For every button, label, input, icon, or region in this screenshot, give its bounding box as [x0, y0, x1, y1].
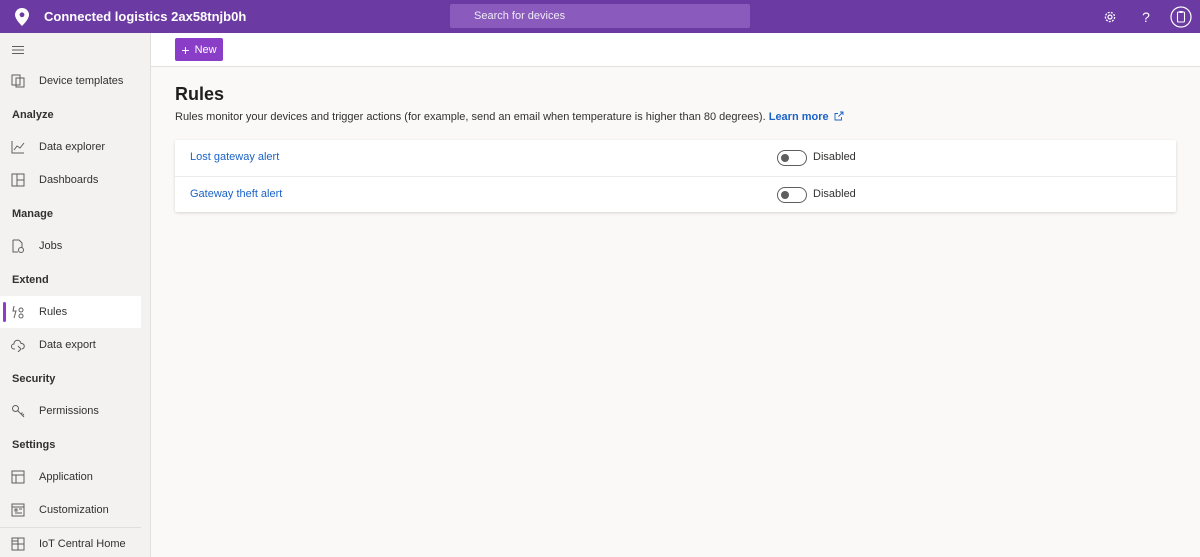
rule-row[interactable]: Gateway theft alert Disabled	[175, 176, 1176, 212]
rule-name-link[interactable]: Gateway theft alert	[190, 188, 282, 200]
page-description-text: Rules monitor your devices and trigger a…	[175, 111, 766, 123]
dashboard-grid-icon	[11, 173, 25, 187]
new-rule-button[interactable]: + New	[175, 38, 223, 61]
app-title: Connected logistics 2ax58tnjb0h	[44, 9, 247, 24]
chart-line-icon	[11, 140, 25, 154]
sidebar-item-rules[interactable]: Rules	[0, 296, 141, 328]
sidebar-item-data-export[interactable]: Data export	[0, 329, 141, 361]
settings-gear-icon[interactable]	[1096, 0, 1124, 33]
top-bar: Connected logistics 2ax58tnjb0h Search f…	[0, 0, 1200, 33]
learn-more-link[interactable]: Learn more	[769, 111, 844, 123]
sidebar-item-label: Jobs	[39, 240, 63, 252]
rule-status-label: Disabled	[813, 188, 856, 200]
sidebar-item-jobs[interactable]: Jobs	[0, 230, 141, 262]
section-extend: Extend	[12, 274, 49, 286]
search-input[interactable]: Search for devices	[450, 4, 750, 28]
rule-status-label: Disabled	[813, 151, 856, 163]
sidebar-item-label: Customization	[39, 504, 109, 516]
home-grid-icon	[11, 537, 25, 551]
sidebar-item-label: Data explorer	[39, 141, 106, 153]
command-bar: + New	[151, 33, 1200, 67]
page-title: Rules	[175, 84, 225, 104]
external-link-icon	[834, 111, 844, 124]
toggle-knob	[781, 191, 789, 199]
sidebar-item-iot-central-home[interactable]: IoT Central Home	[0, 528, 141, 557]
sidebar-item-dashboards[interactable]: Dashboards	[0, 164, 141, 196]
sidebar-item-label: IoT Central Home	[39, 538, 126, 550]
rules-list: Lost gateway alert Disabled Gateway thef…	[175, 140, 1176, 212]
plus-icon: +	[181, 41, 190, 58]
sidebar-item-application[interactable]: Application	[0, 461, 141, 493]
search-placeholder: Search for devices	[474, 10, 566, 22]
sidebar-item-label: Data export	[39, 339, 96, 351]
sidebar-item-label: Application	[39, 471, 93, 483]
sidebar-item-label: Dashboards	[39, 174, 99, 186]
help-icon[interactable]: ?	[1132, 0, 1160, 33]
sidebar-item-data-explorer[interactable]: Data explorer	[0, 131, 141, 163]
learn-more-label: Learn more	[768, 111, 829, 123]
page-description: Rules monitor your devices and trigger a…	[175, 111, 844, 124]
section-security: Security	[12, 373, 56, 385]
hamburger-menu-icon[interactable]	[11, 43, 25, 57]
sidebar-item-label: Device templates	[39, 75, 124, 87]
sidebar-item-customization[interactable]: Customization	[0, 494, 141, 526]
rule-name-link[interactable]: Lost gateway alert	[190, 151, 279, 163]
key-icon	[11, 404, 25, 418]
location-pin-icon	[8, 0, 36, 33]
device-templates-icon	[11, 74, 25, 88]
rule-enabled-toggle[interactable]	[777, 187, 807, 203]
application-icon	[11, 470, 25, 484]
sidebar-item-label: Rules	[39, 306, 68, 318]
rule-enabled-toggle[interactable]	[777, 150, 807, 166]
rules-icon	[11, 305, 25, 319]
sidebar-item-permissions[interactable]: Permissions	[0, 395, 141, 427]
section-settings: Settings	[12, 439, 56, 451]
sidebar: Device templates Analyze Data explorer D…	[0, 33, 151, 557]
jobs-document-icon	[11, 239, 25, 253]
cloud-export-icon	[11, 338, 25, 352]
new-button-label: New	[194, 43, 217, 56]
section-analyze: Analyze	[12, 109, 54, 121]
customization-icon	[11, 503, 25, 517]
user-account-icon[interactable]	[1167, 0, 1195, 33]
sidebar-item-device-templates[interactable]: Device templates	[0, 65, 141, 97]
rule-row[interactable]: Lost gateway alert Disabled	[175, 140, 1176, 176]
sidebar-item-label: Permissions	[39, 405, 99, 417]
section-manage: Manage	[12, 208, 53, 220]
toggle-knob	[781, 154, 789, 162]
